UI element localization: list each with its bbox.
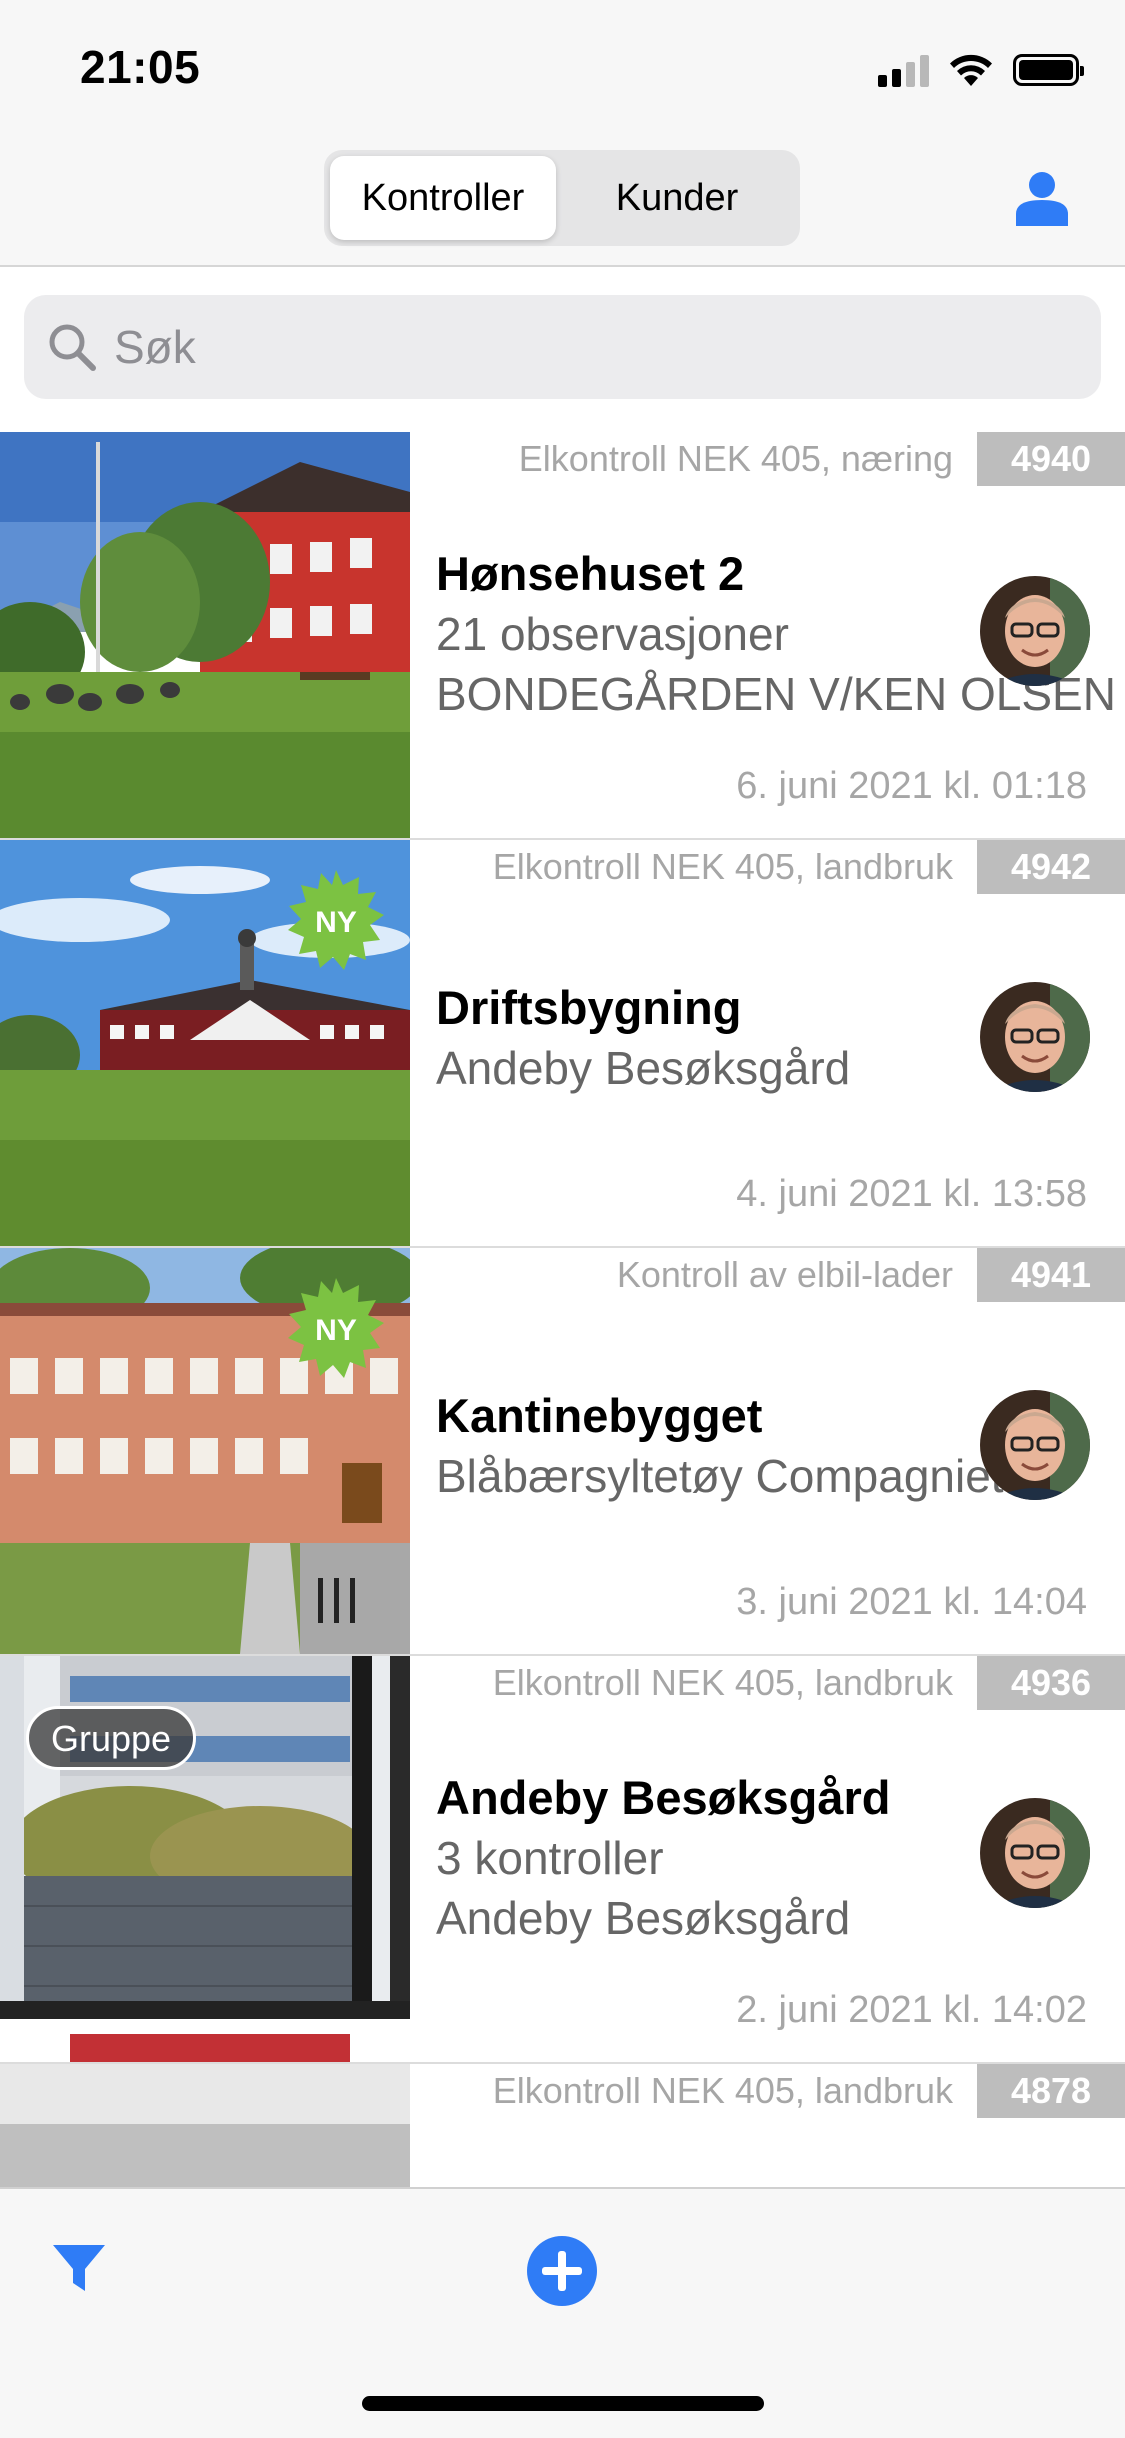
status-bar: 21:05: [0, 0, 1125, 140]
control-number-badge: 4936: [977, 1656, 1125, 1710]
building-photo: [0, 2064, 410, 2187]
new-badge-icon: NY: [288, 870, 384, 970]
control-list: Elkontroll NEK 405, næring 4940 Hønsehus…: [0, 432, 1125, 2187]
filter-icon[interactable]: [50, 2239, 108, 2297]
search-input[interactable]: [114, 295, 1074, 399]
control-number-badge: 4940: [977, 432, 1125, 486]
status-time: 21:05: [80, 41, 201, 93]
list-item[interactable]: NY Kontroll av elbil-lader 4941 Kantineb…: [0, 1248, 1125, 1656]
avatar: [980, 1390, 1090, 1500]
list-item[interactable]: NY Elkontroll NEK 405, landbruk 4942 Dri…: [0, 840, 1125, 1248]
item-date: 3. juni 2021 kl. 14:04: [736, 1581, 1087, 1623]
cellular-signal-icon: [878, 53, 929, 87]
search-area: [0, 267, 1125, 427]
segment-kontroller[interactable]: Kontroller: [330, 156, 556, 240]
item-date: 4. juni 2021 kl. 13:58: [736, 1173, 1087, 1215]
avatar: [980, 982, 1090, 1092]
avatar: [980, 1798, 1090, 1908]
segmented-control: Kontroller Kunder: [324, 150, 800, 246]
list-item[interactable]: Elkontroll NEK 405, landbruk 4878: [0, 2064, 1125, 2187]
control-type: Kontroll av elbil-lader: [616, 1254, 953, 1295]
control-number-badge: 4878: [977, 2064, 1125, 2118]
control-type: Elkontroll NEK 405, landbruk: [492, 846, 953, 887]
building-photo: [0, 432, 410, 838]
list-item[interactable]: Elkontroll NEK 405, næring 4940 Hønsehus…: [0, 432, 1125, 840]
battery-icon: [1013, 54, 1084, 86]
group-badge: Gruppe: [26, 1706, 197, 1770]
item-date: 2. juni 2021 kl. 14:02: [736, 1989, 1087, 2031]
item-date: 6. juni 2021 kl. 01:18: [736, 765, 1087, 807]
control-number-badge: 4942: [977, 840, 1125, 894]
building-photo: NY: [0, 1248, 410, 1654]
avatar: [980, 576, 1090, 686]
home-indicator[interactable]: [362, 2396, 764, 2411]
search-bar[interactable]: [24, 295, 1101, 399]
building-photo: Gruppe: [0, 1656, 410, 2062]
control-type: Elkontroll NEK 405, landbruk: [492, 1662, 953, 1703]
person-icon[interactable]: [1014, 170, 1070, 228]
new-badge-label: NY: [315, 906, 357, 939]
segment-kunder[interactable]: Kunder: [560, 156, 794, 240]
plus-circle-icon[interactable]: [526, 2235, 598, 2307]
new-badge-label: NY: [315, 1314, 357, 1347]
wifi-icon: [950, 54, 992, 86]
nav-bar: Kontroller Kunder: [0, 140, 1125, 267]
building-photo: NY: [0, 840, 410, 1246]
search-icon: [49, 324, 96, 371]
list-item[interactable]: Gruppe Elkontroll NEK 405, landbruk 4936…: [0, 1656, 1125, 2064]
status-icons: [878, 50, 1084, 90]
control-type: Elkontroll NEK 405, landbruk: [492, 2070, 953, 2111]
control-type: Elkontroll NEK 405, næring: [518, 438, 953, 479]
control-number-badge: 4941: [977, 1248, 1125, 1302]
new-badge-icon: NY: [288, 1278, 384, 1378]
